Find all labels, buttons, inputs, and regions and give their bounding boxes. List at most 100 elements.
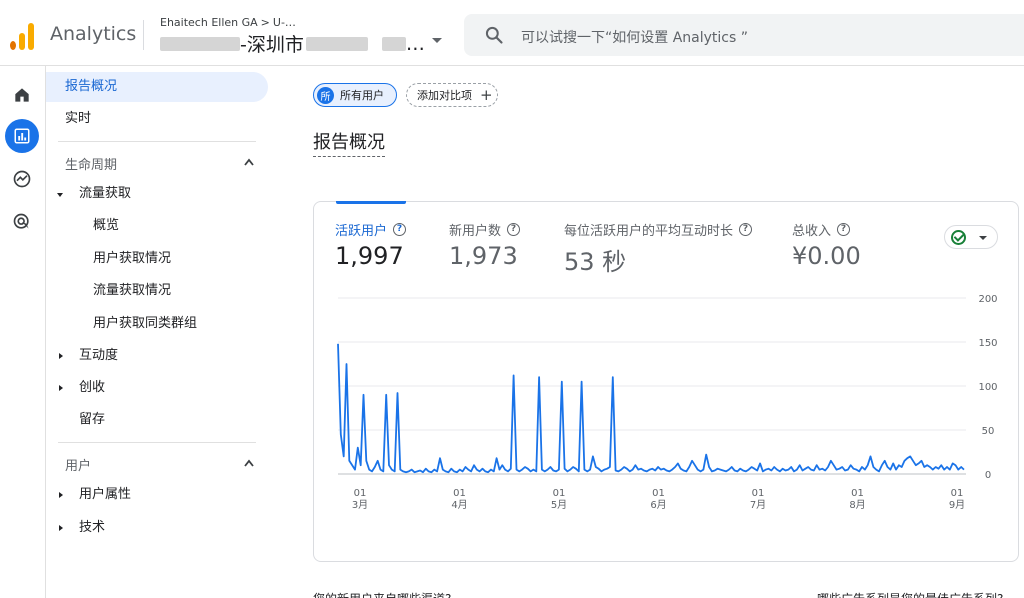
- metric-value: 53 秒: [564, 248, 627, 276]
- x-tick-month: 6月: [650, 499, 666, 511]
- metric-label: 活跃用户: [335, 224, 388, 239]
- metric-label: 新用户数: [449, 224, 502, 239]
- account-breadcrumb[interactable]: Ehaitech Ellen GA > U-…: [160, 16, 296, 29]
- metric-active-users[interactable]: 活跃用户? 1,997: [335, 220, 407, 270]
- bottom-card-title-left: 您的新用户来自哪些渠道?: [313, 590, 451, 598]
- sidebar-item-realtime[interactable]: 实时: [65, 104, 91, 134]
- home-nav-button[interactable]: [5, 78, 39, 112]
- y-tick-label: 150: [978, 338, 997, 349]
- header-divider: [143, 20, 144, 50]
- sidebar-item-engagement[interactable]: 互动度: [79, 341, 118, 371]
- sidebar-item-acq-overview[interactable]: 概览: [93, 211, 119, 241]
- property-ellipsis: …: [405, 32, 425, 55]
- property-selector[interactable]: -深圳市 …: [160, 30, 425, 57]
- chevron-down-icon: [979, 236, 987, 240]
- add-comparison-button[interactable]: 添加对比项 +: [406, 83, 498, 107]
- analytics-logo-icon[interactable]: [8, 20, 36, 50]
- metric-label: 每位活跃用户的平均互动时长: [564, 224, 734, 239]
- chevron-up-icon[interactable]: [243, 458, 255, 468]
- plus-icon: +: [480, 86, 493, 104]
- y-tick-label: 100: [978, 382, 997, 393]
- sidebar-item-overview[interactable]: 报告概况: [46, 72, 268, 102]
- account-name: Ehaitech Ellen GA: [160, 16, 258, 29]
- sidebar-item-monetization[interactable]: 创收: [79, 373, 105, 403]
- collapsed-triangle-icon[interactable]: [59, 525, 63, 531]
- metric-avg-engagement-time[interactable]: 每位活跃用户的平均互动时长? 53 秒: [564, 220, 753, 277]
- account-id: U-…: [272, 16, 296, 29]
- series-line: [337, 343, 965, 474]
- search-bar[interactable]: 可以试搜一下“如何设置 Analytics ”: [464, 14, 1024, 56]
- home-icon: [15, 88, 29, 102]
- metric-new-users[interactable]: 新用户数? 1,973: [449, 220, 521, 270]
- explore-icon: [13, 170, 31, 188]
- redacted-text: [160, 36, 240, 51]
- overview-card: 活跃用户? 1,997 新用户数? 1,973 每位活跃用户的平均互动时长? 5…: [313, 201, 1019, 562]
- y-tick-label: 0: [985, 470, 991, 481]
- reports-sidebar: 报告概况 实时 生命周期 流量获取 概览 用户获取情况 流量获取情况 用户获取同…: [46, 66, 270, 598]
- expanded-triangle-icon[interactable]: [57, 193, 63, 197]
- check-circle-icon: [951, 229, 966, 245]
- redacted-text: [305, 36, 368, 51]
- help-icon[interactable]: ?: [837, 223, 851, 236]
- x-tick-month: 9月: [949, 499, 965, 511]
- page-title: 报告概况: [313, 128, 385, 157]
- explore-nav-button[interactable]: [5, 162, 39, 196]
- data-quality-dropdown[interactable]: [944, 225, 998, 249]
- section-lifecycle: 生命周期: [65, 158, 118, 173]
- all-users-chip[interactable]: 所 所有用户: [313, 83, 397, 107]
- add-comparison-label: 添加对比项: [417, 89, 472, 102]
- help-icon[interactable]: ?: [739, 223, 753, 236]
- x-tick-day: 01: [354, 488, 367, 499]
- sidebar-item-user-attributes[interactable]: 用户属性: [79, 480, 131, 510]
- left-nav-rail: [0, 66, 46, 598]
- search-placeholder: 可以试搜一下“如何设置 Analytics ”: [521, 30, 748, 46]
- help-icon[interactable]: ?: [507, 223, 521, 236]
- sidebar-item-traffic-acquisition[interactable]: 流量获取情况: [93, 276, 171, 306]
- collapsed-triangle-icon[interactable]: [59, 492, 63, 498]
- reports-nav-button[interactable]: [5, 119, 39, 153]
- sidebar-item-acquisition-cohort[interactable]: 用户获取同类群组: [93, 309, 197, 339]
- active-tab-indicator: [336, 201, 406, 204]
- active-users-line-chart[interactable]: 050100150200013月014月015月016月017月018月019月: [314, 290, 1018, 550]
- y-tick-label: 50: [982, 426, 995, 437]
- property-dropdown-icon[interactable]: [432, 38, 442, 43]
- advertising-nav-button[interactable]: [5, 205, 39, 239]
- redacted-text: [372, 33, 378, 55]
- search-icon: [485, 26, 503, 44]
- bottom-card-title-right: 哪些广告系列是您的最佳广告系列?: [817, 590, 1003, 598]
- metric-label: 总收入: [792, 224, 832, 239]
- x-tick-day: 01: [752, 488, 765, 499]
- sidebar-item-retention[interactable]: 留存: [79, 405, 105, 435]
- chevron-right-icon: >: [260, 16, 270, 29]
- sidebar-item-user-acquisition[interactable]: 用户获取情况: [93, 244, 171, 274]
- sidebar-item-tech[interactable]: 技术: [79, 513, 105, 543]
- sidebar-item-acquisition[interactable]: 流量获取: [79, 179, 131, 209]
- metric-value: ¥0.00: [792, 242, 861, 270]
- metric-value: 1,973: [449, 242, 518, 270]
- metric-total-revenue[interactable]: 总收入? ¥0.00: [792, 220, 861, 270]
- x-tick-day: 01: [553, 488, 566, 499]
- x-tick-day: 01: [951, 488, 964, 499]
- x-tick-month: 4月: [451, 499, 467, 511]
- x-tick-day: 01: [652, 488, 665, 499]
- segment-avatar: 所: [317, 86, 334, 104]
- redacted-text: [381, 36, 406, 51]
- x-tick-month: 3月: [352, 499, 368, 511]
- x-tick-month: 8月: [849, 499, 865, 511]
- metric-value: 1,997: [335, 242, 404, 270]
- app-name: Analytics: [50, 23, 137, 45]
- sidebar-divider: [58, 442, 256, 443]
- collapsed-triangle-icon[interactable]: [59, 385, 63, 391]
- top-app-bar: Analytics Ehaitech Ellen GA > U-… -深圳市 … 可…: [0, 0, 1024, 66]
- collapsed-triangle-icon[interactable]: [59, 353, 63, 359]
- all-users-label: 所有用户: [340, 89, 384, 102]
- sidebar-divider: [58, 141, 256, 142]
- x-tick-day: 01: [851, 488, 864, 499]
- x-tick-day: 01: [453, 488, 466, 499]
- chevron-up-icon[interactable]: [243, 157, 255, 167]
- x-tick-month: 5月: [551, 499, 567, 511]
- property-name: -深圳市: [240, 34, 304, 56]
- help-icon[interactable]: ?: [393, 223, 407, 236]
- y-tick-label: 200: [978, 294, 997, 305]
- reports-icon: [14, 128, 30, 144]
